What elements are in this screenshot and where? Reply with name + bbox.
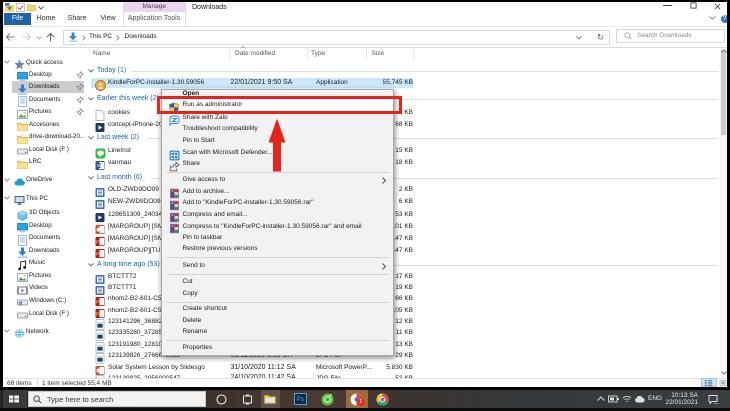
svg-text:P: P [96,299,99,304]
svg-text:P: P [96,251,99,256]
svg-text:P: P [96,239,99,244]
svg-text:P: P [96,311,99,316]
